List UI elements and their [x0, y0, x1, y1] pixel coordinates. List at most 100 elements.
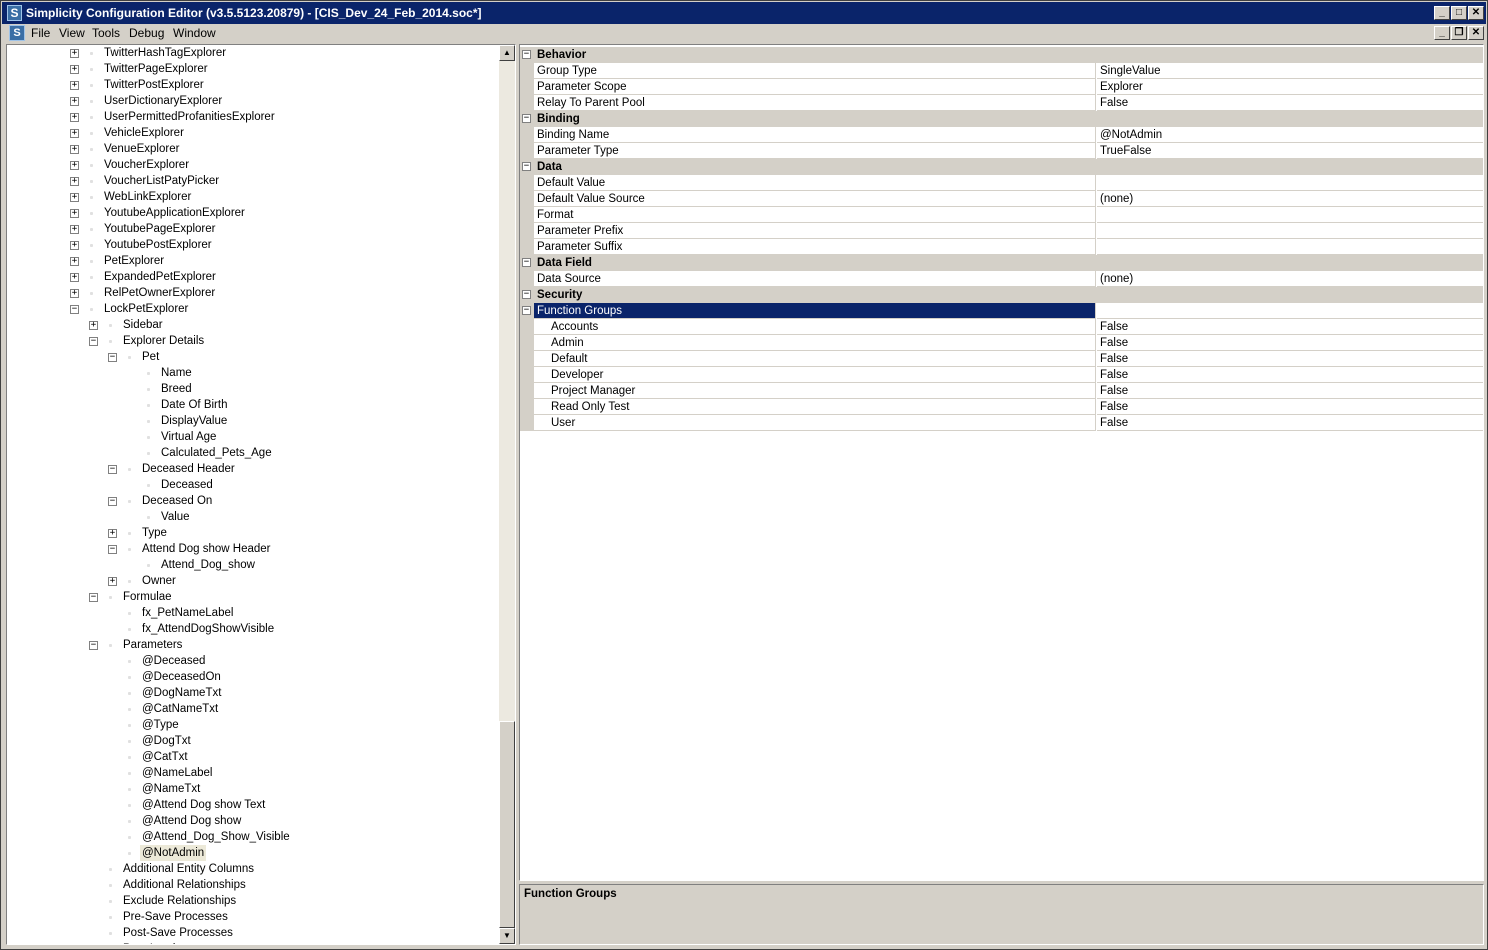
tree-node-label[interactable]: Type [140, 525, 169, 541]
mdi-restore-icon[interactable]: ❐ [1451, 26, 1467, 40]
expand-icon[interactable]: + [70, 193, 79, 202]
tree-node-label[interactable]: @NotAdmin [140, 845, 207, 861]
property-name[interactable]: Default [534, 351, 1096, 367]
tree-node-label[interactable]: Name [159, 365, 194, 381]
tree-node-label[interactable]: YoutubePostExplorer [102, 237, 214, 253]
tree-node-label[interactable]: @NameLabel [140, 765, 215, 781]
property-name[interactable]: Parameter Prefix [534, 223, 1096, 239]
minimize-icon[interactable]: _ [1434, 6, 1450, 20]
expand-icon[interactable]: + [70, 273, 79, 282]
tree-node-label[interactable]: @DogTxt [140, 733, 193, 749]
property-row[interactable]: User False [520, 415, 1483, 431]
tree-node-label[interactable]: Post-Load ... [121, 941, 190, 944]
property-name[interactable]: Binding [534, 111, 1474, 127]
expand-icon[interactable]: + [70, 97, 79, 106]
property-row[interactable]: Default Value [520, 175, 1483, 191]
tree-node-label[interactable]: LockPetExplorer [102, 301, 190, 317]
expand-icon[interactable]: + [70, 209, 79, 218]
tree-node-label[interactable]: UserPermittedProfanitiesExplorer [102, 109, 277, 125]
mdi-minimize-icon[interactable]: _ [1434, 26, 1450, 40]
tree-node-label[interactable]: Additional Entity Columns [121, 861, 256, 877]
collapse-icon[interactable]: − [108, 353, 117, 362]
collapse-icon[interactable]: − [108, 545, 117, 554]
property-value[interactable]: False [1097, 383, 1483, 399]
expand-icon[interactable]: + [70, 225, 79, 234]
expand-icon[interactable]: + [70, 81, 79, 90]
menu-file[interactable]: File [31, 26, 50, 40]
tree-node-label[interactable]: Attend Dog show Header [140, 541, 273, 557]
expand-icon[interactable]: + [70, 161, 79, 170]
maximize-icon[interactable]: □ [1451, 6, 1467, 20]
tree-node-label[interactable]: PetExplorer [102, 253, 166, 269]
tree-node-label[interactable]: Calculated_Pets_Age [159, 445, 274, 461]
tree-node-label[interactable]: @Deceased [140, 653, 207, 669]
collapse-icon[interactable]: − [522, 306, 531, 315]
property-value[interactable]: SingleValue [1097, 63, 1483, 79]
tree-node-label[interactable]: TwitterPageExplorer [102, 61, 210, 77]
property-name[interactable]: Security [534, 287, 1474, 303]
close-icon[interactable]: ✕ [1468, 6, 1484, 20]
tree-node-label[interactable]: Sidebar [121, 317, 165, 333]
tree-node-label[interactable]: Deceased On [140, 493, 214, 509]
property-name[interactable]: Admin [534, 335, 1096, 351]
tree-node-label[interactable]: Formulae [121, 589, 174, 605]
property-name[interactable]: Developer [534, 367, 1096, 383]
title-bar[interactable]: S Simplicity Configuration Editor (v3.5.… [2, 2, 1486, 24]
property-value[interactable] [1097, 207, 1483, 223]
property-value[interactable]: (none) [1097, 271, 1483, 287]
tree-node-label[interactable]: UserDictionaryExplorer [102, 93, 224, 109]
property-row[interactable]: Data Source (none) [520, 271, 1483, 287]
collapse-icon[interactable]: − [89, 593, 98, 602]
scroll-down-icon[interactable]: ▼ [499, 928, 515, 944]
collapse-icon[interactable]: − [522, 50, 531, 59]
collapse-icon[interactable]: − [89, 641, 98, 650]
tree-node-label[interactable]: Deceased [159, 477, 215, 493]
property-name[interactable]: Parameter Scope [534, 79, 1096, 95]
tree-node-label[interactable]: Parameters [121, 637, 184, 653]
tree-node-label[interactable]: VoucherExplorer [102, 157, 191, 173]
property-row[interactable]: Project Manager False [520, 383, 1483, 399]
tree-node-label[interactable]: VehicleExplorer [102, 125, 186, 141]
expand-icon[interactable]: + [70, 177, 79, 186]
property-category[interactable]: − Data [520, 159, 1483, 175]
property-value[interactable]: False [1097, 95, 1483, 111]
tree-node-label[interactable]: YoutubePageExplorer [102, 221, 217, 237]
property-category[interactable]: − Data Field [520, 255, 1483, 271]
property-row[interactable]: Parameter Suffix [520, 239, 1483, 255]
tree-node-label[interactable]: @Attend Dog show [140, 813, 243, 829]
tree-node-label[interactable]: YoutubeApplicationExplorer [102, 205, 247, 221]
expand-icon[interactable]: + [70, 49, 79, 58]
menu-window[interactable]: Window [173, 26, 216, 40]
tree-node-label[interactable]: TwitterPostExplorer [102, 77, 206, 93]
collapse-icon[interactable]: − [522, 114, 531, 123]
collapse-icon[interactable]: − [108, 497, 117, 506]
property-name[interactable]: Data [534, 159, 1474, 175]
property-row[interactable]: Admin False [520, 335, 1483, 351]
tree-node-label[interactable]: Date Of Birth [159, 397, 229, 413]
expand-icon[interactable]: + [108, 577, 117, 586]
property-row[interactable]: Parameter Prefix [520, 223, 1483, 239]
tree-node-label[interactable]: @NameTxt [140, 781, 202, 797]
tree-node-label[interactable]: Attend_Dog_show [159, 557, 257, 573]
property-name[interactable]: Function Groups [534, 303, 1096, 319]
tree-node-label[interactable]: Value [159, 509, 192, 525]
tree-node-label[interactable]: @Attend Dog show Text [140, 797, 267, 813]
expand-icon[interactable]: + [70, 145, 79, 154]
property-row[interactable]: Default Value Source (none) [520, 191, 1483, 207]
collapse-icon[interactable]: − [70, 305, 79, 314]
property-name[interactable]: Data Source [534, 271, 1096, 287]
tree-node-label[interactable]: VenueExplorer [102, 141, 181, 157]
tree-node-label[interactable]: @Attend_Dog_Show_Visible [140, 829, 292, 845]
tree-node-label[interactable]: Additional Relationships [121, 877, 248, 893]
property-value[interactable]: TrueFalse [1097, 143, 1483, 159]
property-name[interactable]: User [534, 415, 1096, 431]
document-icon[interactable]: S [9, 25, 25, 41]
property-name[interactable]: Default Value Source [534, 191, 1096, 207]
expand-icon[interactable]: + [70, 257, 79, 266]
tree-node-label[interactable]: Pet [140, 349, 161, 365]
collapse-icon[interactable]: − [522, 290, 531, 299]
tree-node-label[interactable]: RelPetOwnerExplorer [102, 285, 217, 301]
tree-node-label[interactable]: Explorer Details [121, 333, 206, 349]
property-name[interactable]: Read Only Test [534, 399, 1096, 415]
property-row[interactable]: Accounts False [520, 319, 1483, 335]
